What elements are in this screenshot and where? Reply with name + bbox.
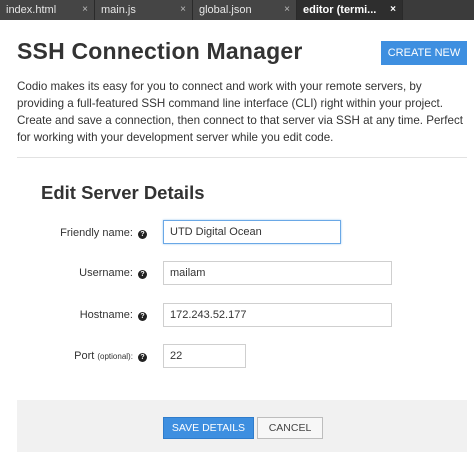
tab-main-js[interactable]: main.js × — [95, 0, 193, 20]
divider — [17, 157, 467, 158]
port-label-text: Port — [74, 350, 95, 362]
close-icon[interactable]: × — [82, 0, 88, 20]
tab-index-html[interactable]: index.html × — [0, 0, 95, 20]
tab-editor-terminal[interactable]: editor (termi... × — [297, 0, 403, 20]
friendly-name-label: Friendly name: ? — [0, 227, 147, 239]
create-new-button[interactable]: CREATE NEW — [381, 41, 467, 65]
tab-label: editor (termi... — [303, 4, 377, 16]
username-label: Username: ? — [0, 267, 147, 279]
port-label: Port (optional): ? — [0, 350, 147, 362]
close-icon[interactable]: × — [390, 0, 396, 20]
tab-global-json[interactable]: global.json × — [193, 0, 297, 20]
close-icon[interactable]: × — [284, 0, 290, 20]
editor-tab-bar: index.html × main.js × global.json × edi… — [0, 0, 474, 20]
page-title: SSH Connection Manager — [17, 38, 303, 64]
tab-label: global.json — [199, 4, 252, 16]
friendly-name-label-text: Friendly name: — [60, 227, 133, 239]
close-icon[interactable]: × — [180, 0, 186, 20]
help-icon[interactable]: ? — [138, 270, 147, 279]
help-icon[interactable]: ? — [138, 312, 147, 321]
hostname-input[interactable] — [163, 303, 392, 327]
username-input[interactable] — [163, 261, 392, 285]
intro-text: Codio makes its easy for you to connect … — [17, 80, 463, 144]
tab-label: main.js — [101, 4, 136, 16]
tab-label: index.html — [6, 4, 57, 16]
save-details-button[interactable]: SAVE DETAILS — [163, 417, 254, 439]
hostname-label: Hostname: ? — [0, 309, 147, 321]
help-icon[interactable]: ? — [138, 353, 147, 362]
section-title: Edit Server Details — [41, 182, 205, 203]
hostname-label-text: Hostname: — [79, 309, 133, 321]
username-label-text: Username: — [79, 267, 133, 279]
help-icon[interactable]: ? — [138, 230, 147, 239]
cancel-button[interactable]: CANCEL — [257, 417, 323, 439]
friendly-name-input[interactable] — [163, 220, 341, 244]
port-input[interactable] — [163, 344, 246, 368]
port-optional-hint: (optional): — [97, 352, 133, 361]
